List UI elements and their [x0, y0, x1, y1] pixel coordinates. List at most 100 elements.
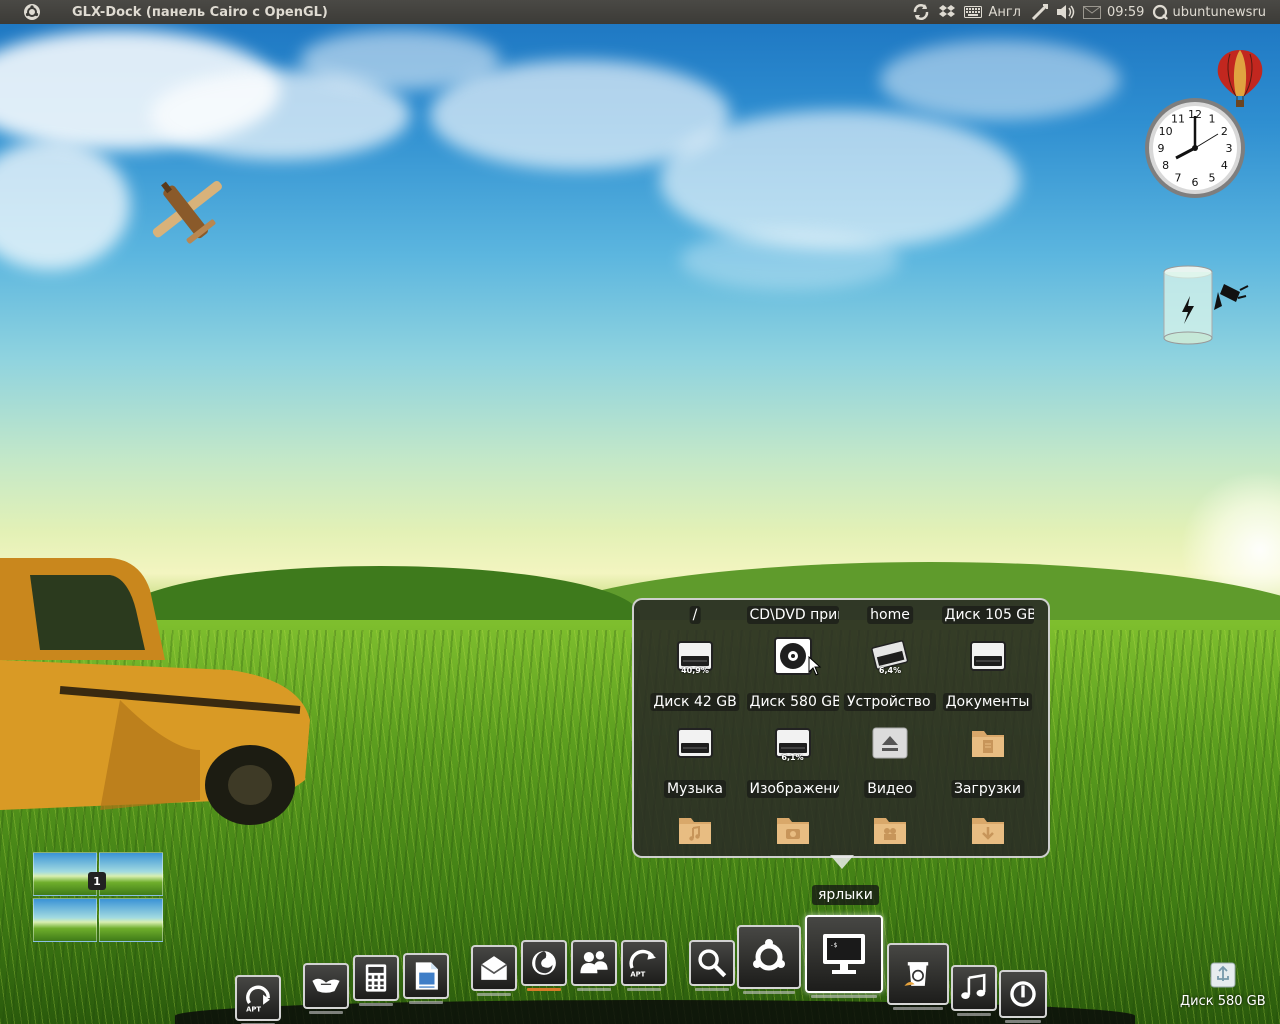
- dock-running-indicator: [627, 988, 661, 991]
- clock-widget[interactable]: 12 1234567891011: [1143, 96, 1247, 200]
- clock-hour-label: 1: [1209, 113, 1216, 126]
- writer-icon[interactable]: [403, 953, 449, 999]
- mouse-cursor-icon: [808, 656, 822, 676]
- clock-hour-label: 4: [1221, 159, 1228, 172]
- desktop-disk-label: Диск 580 GB: [1180, 994, 1266, 1009]
- shortcut-item[interactable]: Документы: [940, 693, 1036, 773]
- dropbox-icon[interactable]: [934, 0, 960, 24]
- dock-running-indicator: [1005, 1020, 1041, 1023]
- cloud: [0, 140, 130, 270]
- cloud: [680, 230, 900, 290]
- dock-running-indicator: [893, 1007, 943, 1010]
- workspace-4[interactable]: [99, 898, 163, 942]
- shortcut-item[interactable]: Диск 105 GB: [940, 606, 1036, 686]
- calculator-icon[interactable]: [353, 955, 399, 1001]
- indicator-area: Англ 09:59 ubuntunewsru: [908, 0, 1280, 24]
- usb-disk-icon: [1210, 962, 1236, 988]
- music-folder-icon: [675, 810, 715, 850]
- power-icon[interactable]: [999, 970, 1047, 1018]
- dock-running-indicator: [577, 988, 611, 991]
- ubuntu-settings-icon[interactable]: [737, 925, 801, 989]
- clock-hour-label: 6: [1192, 176, 1199, 189]
- shortcut-label: /: [689, 606, 701, 624]
- contacts-icon[interactable]: [571, 940, 617, 986]
- clock-hour-label: 3: [1226, 142, 1233, 155]
- thunderbird-icon[interactable]: [303, 963, 349, 1009]
- cloud: [660, 110, 1020, 250]
- home-drive-icon: 6,4%: [870, 636, 910, 676]
- svg-text:APT: APT: [630, 971, 645, 979]
- clock-hour-label: 2: [1221, 125, 1228, 138]
- shortcut-item[interactable]: Музыка: [647, 780, 743, 860]
- dock-running-indicator: [309, 1011, 343, 1014]
- shortcut-item[interactable]: Устройство ч: [842, 693, 938, 773]
- shortcut-item[interactable]: Изображени: [745, 780, 841, 860]
- dock-running-indicator: [477, 993, 511, 996]
- top-panel: GLX-Dock (панель Cairo с OpenGL) Англ 09…: [0, 0, 1280, 24]
- battery-widget[interactable]: [1160, 262, 1252, 354]
- dock-running-indicator: [695, 988, 729, 991]
- session-icon[interactable]: [1150, 0, 1170, 24]
- shortcut-item[interactable]: / 40,9%: [647, 606, 743, 686]
- downloads-folder-icon: [968, 810, 1008, 850]
- optical-drive-icon: [773, 636, 813, 676]
- shortcut-label: Диск 105 GB: [941, 606, 1034, 624]
- workspace-2[interactable]: [99, 852, 163, 896]
- clock-hour-label: 9: [1158, 142, 1165, 155]
- shortcut-label: Видео: [864, 780, 916, 798]
- apt-install-icon[interactable]: APT: [621, 940, 667, 986]
- drive-icon: 6,1%: [773, 723, 813, 763]
- shortcut-label: Устройство ч: [844, 693, 936, 711]
- keyboard-icon[interactable]: [960, 0, 986, 24]
- clock-time[interactable]: 09:59: [1105, 5, 1150, 20]
- sync-icon[interactable]: [908, 0, 934, 24]
- ubuntu-logo-icon[interactable]: [20, 0, 44, 24]
- shortcut-label: Музыка: [664, 780, 726, 798]
- shortcut-label: Изображени: [746, 780, 839, 798]
- airplane-image: [152, 181, 222, 244]
- keyboard-layout[interactable]: Англ: [986, 5, 1027, 20]
- shortcut-item[interactable]: CD\DVD привод: [745, 606, 841, 686]
- window-title: GLX-Dock (панель Cairo с OpenGL): [72, 4, 328, 20]
- search-icon[interactable]: [689, 940, 735, 986]
- shortcut-label: Диск 580 GB: [746, 693, 839, 711]
- shortcut-label: Диск 42 GB: [650, 693, 740, 711]
- drive-icon: 40,9%: [675, 636, 715, 676]
- shortcut-item[interactable]: Видео: [842, 780, 938, 860]
- mail-icon[interactable]: [1079, 0, 1105, 24]
- cloud: [880, 40, 1120, 120]
- shortcuts-monitor-icon[interactable]: -$: [805, 915, 883, 993]
- shortcut-item[interactable]: Диск 580 GB 6,1%: [745, 693, 841, 773]
- dock-running-indicator: [527, 988, 561, 991]
- mail-icon[interactable]: [471, 945, 517, 991]
- dock-running-indicator: [957, 1013, 991, 1016]
- shortcut-item[interactable]: Загрузки: [940, 780, 1036, 860]
- shortcut-item[interactable]: home 6,4%: [842, 606, 938, 686]
- clock-hour-label: 5: [1209, 171, 1216, 184]
- trash-icon[interactable]: [887, 943, 949, 1005]
- apt-update-icon[interactable]: APT: [235, 975, 281, 1021]
- volume-icon[interactable]: [1053, 0, 1079, 24]
- shortcut-label: CD\DVD привод: [746, 606, 839, 624]
- drive-icon: [675, 723, 715, 763]
- dock-tooltip: ярлыки: [812, 885, 879, 905]
- disk-usage-label: 40,9%: [681, 666, 709, 675]
- desktop-disk[interactable]: Диск 580 GB: [1180, 960, 1280, 1020]
- truck-image: [0, 558, 310, 825]
- desktop-wallpaper: [0, 0, 1280, 1024]
- music-player-icon[interactable]: [951, 965, 997, 1011]
- svg-text:APT: APT: [246, 1006, 261, 1014]
- documents-folder-icon: [968, 723, 1008, 763]
- network-icon[interactable]: [1027, 0, 1053, 24]
- shortcut-item[interactable]: Диск 42 GB: [647, 693, 743, 773]
- user-name[interactable]: ubuntunewsru: [1170, 5, 1280, 20]
- workspace-switcher: 1: [33, 852, 163, 942]
- shortcut-label: Документы: [942, 693, 1033, 711]
- firefox-icon[interactable]: [521, 940, 567, 986]
- pictures-folder-icon: [773, 810, 813, 850]
- workspace-3[interactable]: [33, 898, 97, 942]
- dock-running-indicator: [359, 1003, 393, 1006]
- clock-hour-label: 11: [1171, 113, 1185, 126]
- shortcut-label: home: [867, 606, 913, 624]
- disk-usage-label: 6,4%: [878, 666, 902, 675]
